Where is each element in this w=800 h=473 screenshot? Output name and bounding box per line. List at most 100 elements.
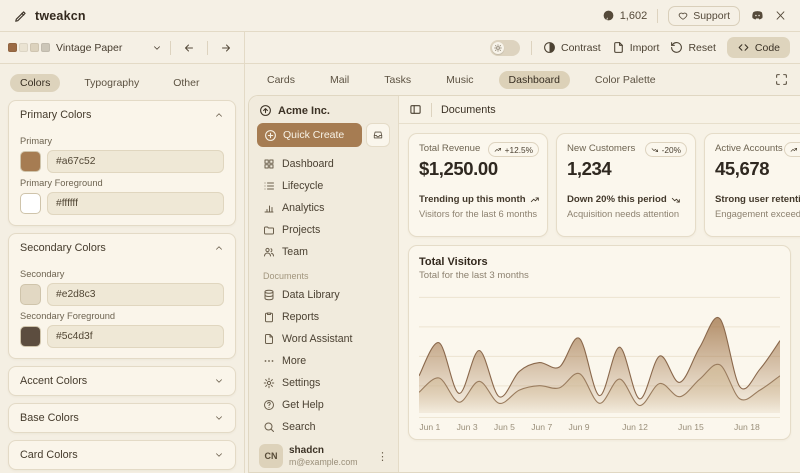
color-swatch[interactable] (20, 151, 41, 172)
import-button[interactable]: Import (612, 41, 660, 54)
preview-tab-mail[interactable]: Mail (320, 71, 359, 89)
demo-sidebar: Acme Inc. Quick Create Dashboard Lifecycl… (249, 96, 399, 472)
x-tick-label: Jun 1 (419, 422, 440, 432)
color-swatch[interactable] (20, 326, 41, 347)
section-header[interactable]: Secondary Colors (9, 234, 235, 262)
preview-tab-tasks[interactable]: Tasks (374, 71, 421, 89)
color-value-input[interactable] (47, 283, 224, 306)
x-tick-label: Jun 3 (457, 422, 478, 432)
editor-tab-typography[interactable]: Typography (74, 74, 149, 92)
discord-icon[interactable] (750, 8, 765, 23)
color-swatch[interactable] (20, 193, 41, 214)
inbox-icon (373, 130, 383, 140)
inbox-button[interactable] (366, 123, 390, 147)
preview-tab-music[interactable]: Music (436, 71, 483, 89)
sidebar-toggle-icon[interactable] (409, 103, 422, 116)
sidebar-item-lifecycle[interactable]: Lifecycle (257, 175, 390, 197)
sidebar-item-more[interactable]: More (257, 350, 390, 372)
sidebar-item-label: Dashboard (282, 158, 334, 170)
sidebar-item-analytics[interactable]: Analytics (257, 197, 390, 219)
prev-theme-button[interactable] (179, 38, 199, 58)
chevron-up (214, 243, 224, 253)
chevron-down (214, 413, 224, 423)
editor-tab-colors[interactable]: Colors (10, 74, 60, 92)
trend-up (790, 146, 798, 154)
color-value-input[interactable] (47, 192, 224, 215)
preview-tab-dashboard[interactable]: Dashboard (499, 71, 570, 89)
preview-tabs: Cards Mail Tasks Music Dashboard Color Palett… (245, 64, 800, 95)
reset-button[interactable]: Reset (670, 41, 715, 54)
editor-tab-other[interactable]: Other (163, 74, 209, 92)
reset-icon (670, 41, 683, 54)
contrast-button[interactable]: Contrast (543, 41, 601, 54)
theme-selector[interactable]: Vintage Paper (8, 42, 162, 54)
app-header: tweakcn 1,602 Support (0, 0, 800, 32)
x-tick-label: Jun 7 (531, 422, 552, 432)
area-chart[interactable] (419, 295, 780, 413)
section-title: Card Colors (20, 449, 78, 461)
sidebar-item-reports[interactable]: Reports (257, 306, 390, 328)
next-theme-button[interactable] (216, 38, 236, 58)
sidebar-item-settings[interactable]: Settings (257, 372, 390, 394)
sidebar-nav-secondary: Settings Get HelpSearch (257, 372, 390, 438)
sidebar-item-label: Analytics (282, 202, 324, 214)
stat-footer-title: Strong user retention (715, 194, 800, 205)
search-icon (263, 421, 275, 433)
sidebar-item-team[interactable]: Team (257, 241, 390, 263)
color-value-input[interactable] (47, 325, 224, 348)
gear-icon (263, 377, 275, 389)
header-divider (657, 9, 658, 23)
fullscreen-icon[interactable] (775, 73, 788, 86)
sidebar-item-label: Team (282, 246, 308, 258)
avatar: CN (259, 444, 283, 468)
org-switcher[interactable]: Acme Inc. (257, 104, 390, 117)
theme-swatch (41, 43, 50, 52)
x-icon[interactable] (775, 10, 786, 21)
section-secondary-colors: Secondary ColorsSecondarySecondary Foreg… (8, 233, 236, 359)
bar-chart-icon (263, 202, 275, 214)
dark-mode-toggle[interactable] (490, 40, 520, 56)
theme-toolbar: Vintage Paper Contrast Import (0, 32, 800, 64)
section-header[interactable]: Accent Colors (9, 367, 235, 395)
total-visitors-card: Total Visitors Total for the last 3 mont… (408, 245, 791, 440)
code-icon (737, 41, 750, 54)
editor-tabs: Colors Typography Other (10, 74, 234, 92)
color-value-input[interactable] (47, 150, 224, 173)
x-tick-label: Jun 12 (622, 422, 648, 432)
support-button[interactable]: Support (668, 6, 740, 26)
theme-swatches (8, 43, 50, 52)
heart-icon (678, 11, 688, 21)
sidebar-item-label: Projects (282, 224, 320, 236)
clipboard-icon (263, 311, 275, 323)
section-base-colors: Base Colors (8, 403, 236, 433)
github-star-count: 1,602 (620, 10, 648, 22)
preview-tab-cards[interactable]: Cards (257, 71, 305, 89)
sidebar-item-word-assistant[interactable]: Word Assistant (257, 328, 390, 350)
section-title: Primary Colors (20, 109, 91, 121)
code-button[interactable]: Code (727, 37, 790, 58)
section-header[interactable]: Card Colors (9, 441, 235, 469)
theme-editor-panel: ColorsTypographyOther Primary ColorsPrim… (0, 64, 245, 473)
x-tick-label: Jun 9 (569, 422, 590, 432)
sidebar-item-label: Settings (282, 377, 320, 389)
quick-create-button[interactable]: Quick Create (257, 123, 362, 147)
sidebar-item-projects[interactable]: Projects (257, 219, 390, 241)
github-stars-button[interactable]: 1,602 (602, 9, 648, 22)
ellipsis-vertical-icon[interactable]: ⋮ (377, 450, 388, 463)
sidebar-item-data-library[interactable]: Data Library (257, 284, 390, 306)
sidebar-item-label: Reports (282, 311, 319, 323)
color-swatch[interactable] (20, 284, 41, 305)
preview-panel: Cards Mail Tasks Music Dashboard Color Palett… (245, 64, 800, 473)
sidebar-item-dashboard[interactable]: Dashboard (257, 153, 390, 175)
section-header[interactable]: Primary Colors (9, 101, 235, 129)
user-menu[interactable]: CN shadcn m@example.com ⋮ (257, 442, 390, 470)
sidebar-item-search[interactable]: Search (257, 416, 390, 438)
trend-up (494, 146, 502, 154)
sidebar-item-get-help[interactable]: Get Help (257, 394, 390, 416)
section-header[interactable]: Base Colors (9, 404, 235, 432)
field-label: Secondary (20, 269, 224, 279)
dashboard-demo: Acme Inc. Quick Create Dashboard Lifecycl… (248, 95, 800, 473)
tweakcn-logo-icon (14, 9, 28, 23)
preview-tab-color-palette[interactable]: Color Palette (585, 71, 666, 89)
help-icon (263, 399, 275, 411)
